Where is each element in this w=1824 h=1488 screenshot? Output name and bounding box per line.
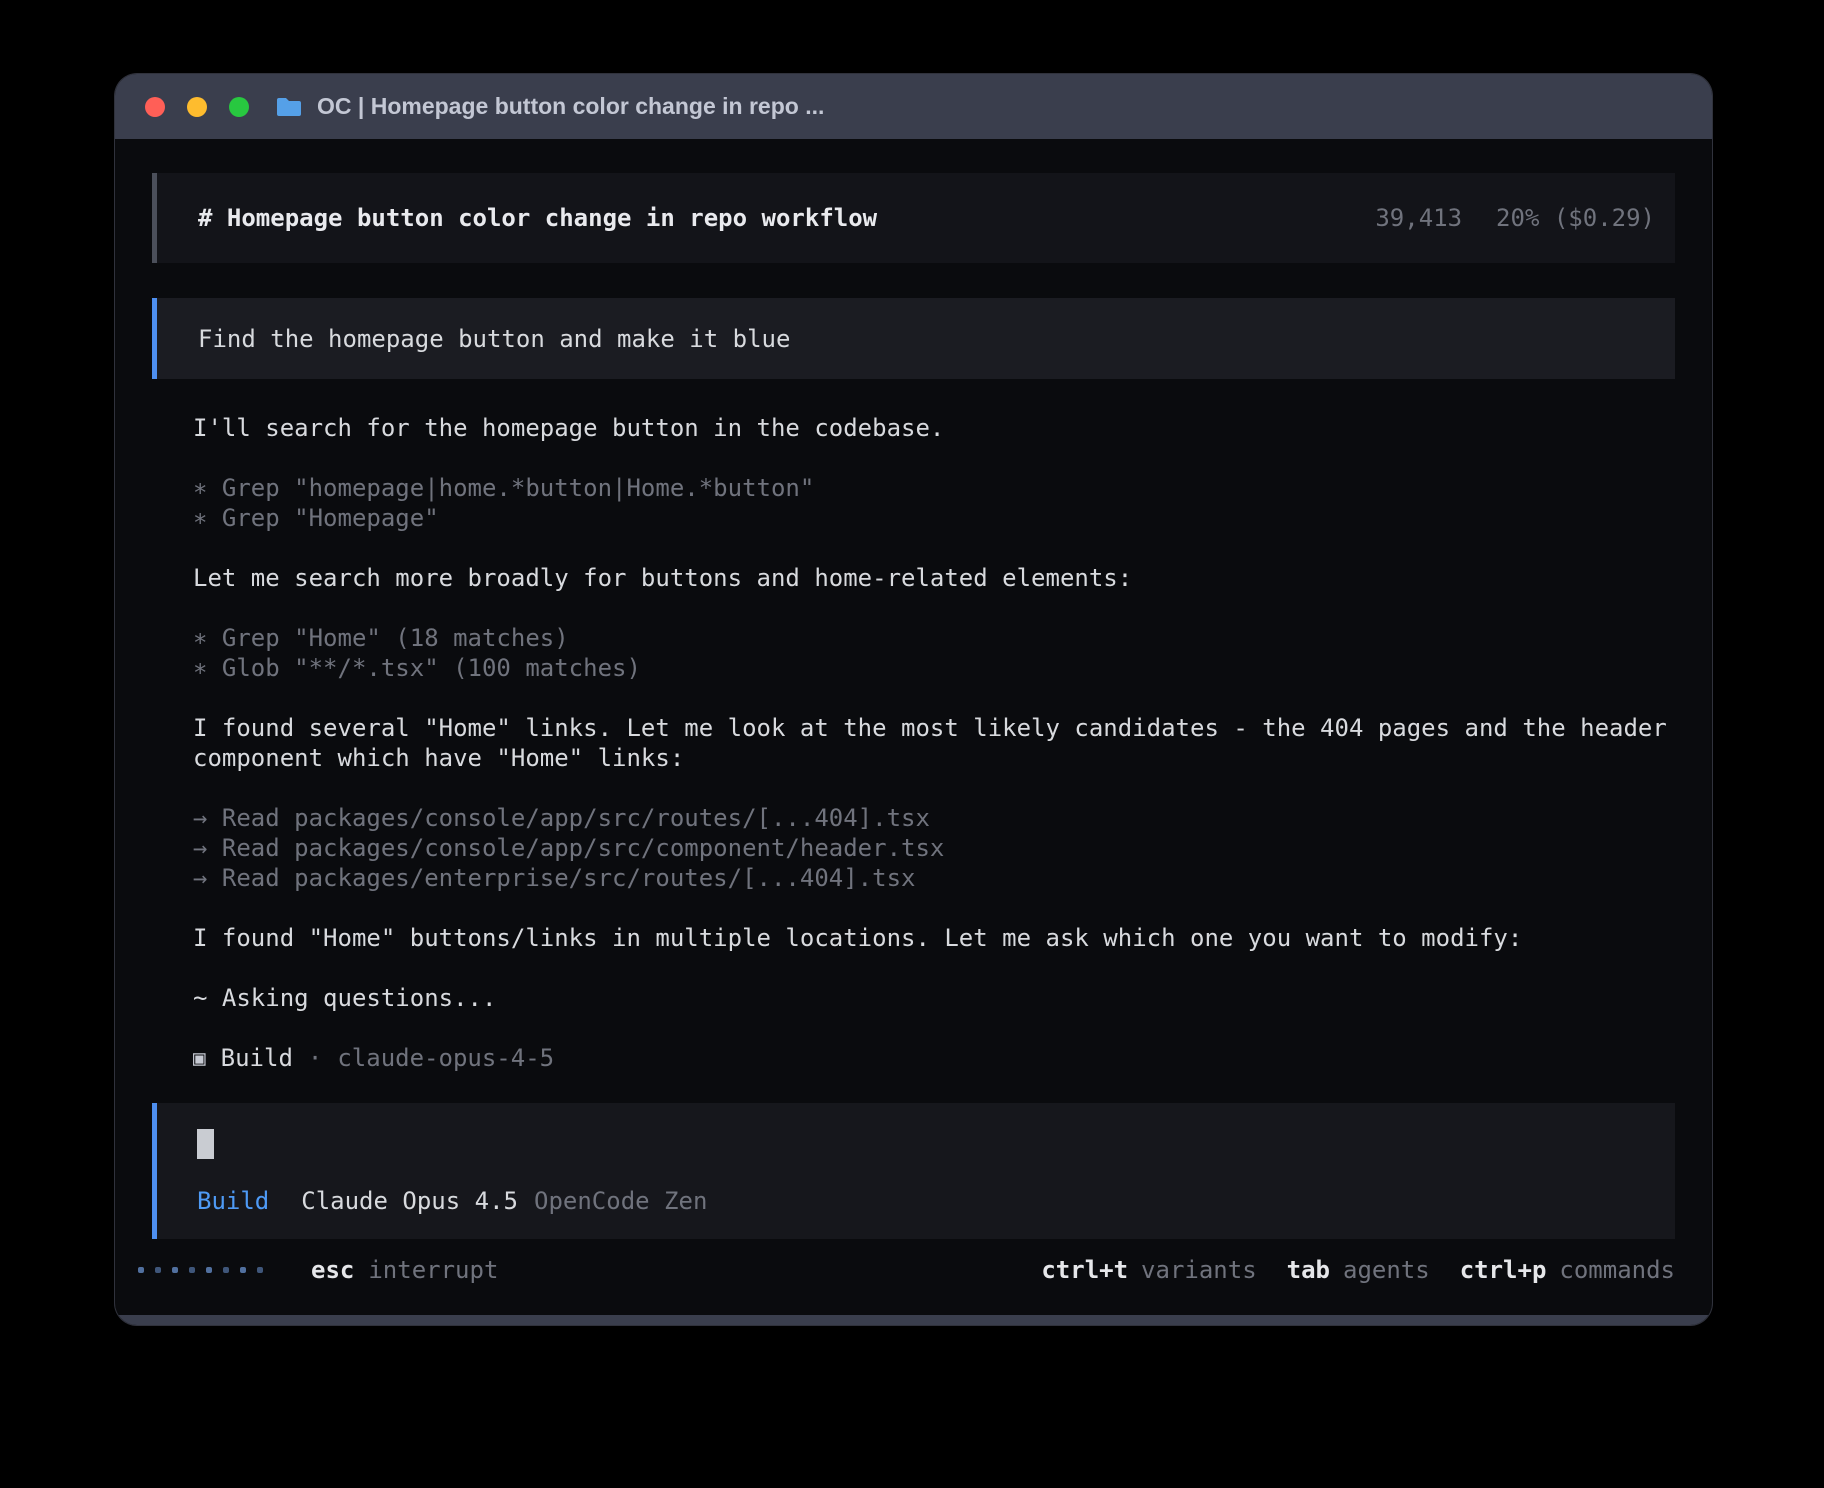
title-group: OC | Homepage button color change in rep… (275, 93, 824, 120)
window-titlebar[interactable]: OC | Homepage button color change in rep… (115, 74, 1712, 139)
tool-call-grep: ∗ Grep "Home" (18 matches) (193, 623, 1675, 653)
agent-status-line: ▣ Build · claude-opus-4-5 (193, 1043, 1675, 1073)
zoom-button[interactable] (229, 97, 249, 117)
shortcut-label: variants (1141, 1256, 1257, 1284)
tool-call-glob: ∗ Glob "**/*.tsx" (100 matches) (193, 653, 1675, 683)
shortcut-label: agents (1343, 1256, 1430, 1284)
prompt-input[interactable]: Build Claude Opus 4.5 OpenCode Zen (152, 1103, 1675, 1239)
shortcut-agents: tab agents (1287, 1256, 1430, 1284)
terminal-window: OC | Homepage button color change in rep… (115, 74, 1712, 1325)
tool-call-read: → Read packages/console/app/src/routes/[… (193, 803, 1675, 833)
minimize-button[interactable] (187, 97, 207, 117)
status-bar: esc interrupt ctrl+t variants tab agents… (152, 1255, 1675, 1285)
provider-label: OpenCode Zen (534, 1187, 707, 1215)
working-status: ~ Asking questions... (193, 983, 1675, 1013)
assistant-message: Let me search more broadly for buttons a… (193, 563, 1675, 593)
user-message: Find the homepage button and make it blu… (152, 298, 1675, 379)
shortcut-commands: ctrl+p commands (1460, 1256, 1675, 1284)
context-usage: 20% ($0.29) (1496, 204, 1655, 232)
terminal-body: # Homepage button color change in repo w… (115, 139, 1712, 1325)
conversation-transcript: I'll search for the homepage button in t… (152, 413, 1675, 1073)
agent-icon: ▣ (193, 1043, 206, 1073)
agent-separator: · (308, 1043, 322, 1073)
tool-call-read: → Read packages/enterprise/src/routes/[.… (193, 863, 1675, 893)
session-stats: 39,413 20% ($0.29) (1375, 204, 1655, 232)
spinner-dots (138, 1267, 263, 1273)
agent-name: Build (221, 1043, 293, 1073)
shortcut-key: tab (1287, 1256, 1330, 1284)
tool-call-read: → Read packages/console/app/src/componen… (193, 833, 1675, 863)
tool-call-grep: ∗ Grep "homepage|home.*button|Home.*butt… (193, 473, 1675, 503)
window-title: OC | Homepage button color change in rep… (317, 93, 824, 120)
traffic-lights (145, 97, 249, 117)
shortcut-key: ctrl+p (1460, 1256, 1547, 1284)
text-cursor (197, 1129, 214, 1159)
shortcut-key: ctrl+t (1041, 1256, 1128, 1284)
folder-icon (275, 96, 303, 118)
shortcut-label: commands (1559, 1256, 1675, 1284)
session-header: # Homepage button color change in repo w… (152, 173, 1675, 263)
shortcut-variants: ctrl+t variants (1041, 1256, 1256, 1284)
window-bottom-chrome (115, 1315, 1712, 1325)
assistant-message: I found several "Home" links. Let me loo… (193, 713, 1675, 773)
agent-model: claude-opus-4-5 (337, 1043, 554, 1073)
shortcut-hints: ctrl+t variants tab agents ctrl+p comman… (1041, 1256, 1675, 1284)
tool-call-grep: ∗ Grep "Homepage" (193, 503, 1675, 533)
token-count: 39,413 (1375, 204, 1462, 232)
esc-action-label: interrupt (368, 1256, 498, 1284)
model-label: Claude Opus 4.5 (301, 1187, 518, 1215)
prompt-meta: Build Claude Opus 4.5 OpenCode Zen (197, 1187, 1645, 1215)
mode-badge[interactable]: Build (197, 1187, 269, 1215)
session-title: # Homepage button color change in repo w… (198, 204, 877, 232)
user-message-text: Find the homepage button and make it blu… (198, 325, 790, 353)
assistant-message: I found "Home" buttons/links in multiple… (193, 923, 1675, 953)
close-button[interactable] (145, 97, 165, 117)
assistant-message: I'll search for the homepage button in t… (193, 413, 1675, 443)
esc-key-hint: esc (311, 1256, 354, 1284)
